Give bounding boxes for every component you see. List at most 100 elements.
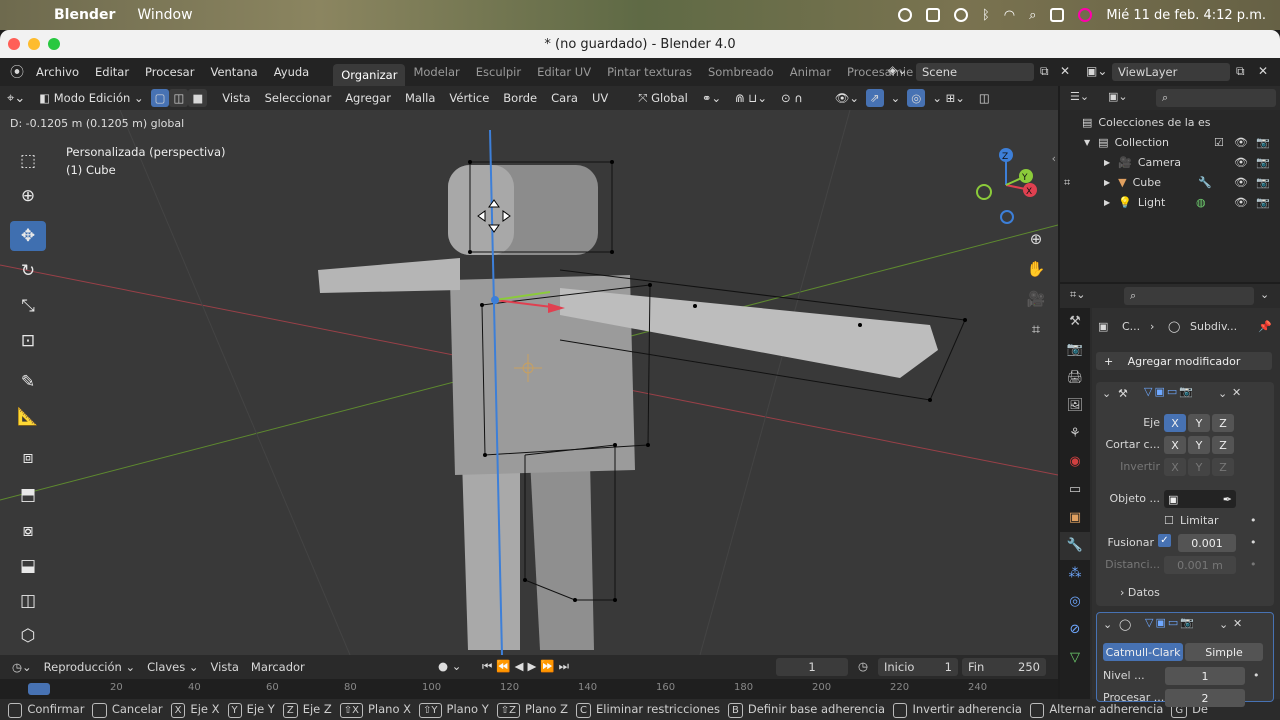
mirror-object-field[interactable]: ▣ ✒ xyxy=(1164,490,1236,508)
menu-archivo[interactable]: Archivo xyxy=(28,65,87,79)
object-tab-icon[interactable]: ▣ xyxy=(1060,504,1090,532)
outliner-item-cube[interactable]: ▶ ▼ Cube 🔧 👁 📷 xyxy=(1060,172,1280,192)
menu-cara[interactable]: Cara xyxy=(544,91,585,105)
bisect-axis-z[interactable]: Z xyxy=(1212,436,1234,454)
xray-icon[interactable]: ◫ xyxy=(972,91,997,105)
menu-uv[interactable]: UV xyxy=(585,91,615,105)
workspace-tab-procesamiento[interactable]: Procesamie xyxy=(839,65,921,79)
mirror-dropdown-icon[interactable]: ⌄ xyxy=(1218,387,1227,400)
menu-editar[interactable]: Editar xyxy=(87,65,137,79)
constraints-tab-icon[interactable]: ⊘ xyxy=(1060,616,1090,644)
viewlayer-selector[interactable]: ViewLayer xyxy=(1112,63,1230,81)
particles-tab-icon[interactable]: ⁂ xyxy=(1060,560,1090,588)
measure-tool-icon[interactable]: 📐 xyxy=(10,402,46,432)
snap-icon[interactable]: ⋒ ⊔⌄ xyxy=(728,91,774,105)
annotate-tool-icon[interactable]: ✎ xyxy=(10,367,46,397)
spotlight-icon[interactable]: ⌕ xyxy=(1029,8,1036,23)
face-select-button[interactable]: ■ xyxy=(188,89,208,107)
delete-viewlayer-icon[interactable]: ✕ xyxy=(1258,64,1268,78)
world-tab-icon[interactable]: ◉ xyxy=(1060,448,1090,476)
loop-cut-tool-icon[interactable]: ◫ xyxy=(10,586,46,616)
mirror-axis-y[interactable]: Y xyxy=(1188,414,1210,432)
proportional-edit-icon[interactable]: ⊙ ∩ xyxy=(774,91,810,105)
window-menu[interactable]: Window xyxy=(137,7,192,23)
blender-logo-icon[interactable]: ⦿ xyxy=(10,62,24,82)
workspace-tab-editar-uv[interactable]: Editar UV xyxy=(529,65,599,79)
select-box-tool-icon[interactable]: ⬚ xyxy=(10,146,46,176)
distance-field[interactable]: 0.001 m xyxy=(1164,556,1236,574)
output-tab-icon[interactable]: 🖨 xyxy=(1060,364,1090,392)
cube-visibility-icon[interactable]: 👁 xyxy=(1234,176,1248,189)
outliner-item-camera[interactable]: ▶ 🎥 Camera 👁 📷 xyxy=(1060,152,1280,172)
display-icon[interactable] xyxy=(925,8,940,22)
tool-tab-icon[interactable]: ⚒ xyxy=(1060,308,1090,336)
apple-icon[interactable] xyxy=(18,4,40,26)
wifi-icon[interactable]: ◠ xyxy=(1004,8,1015,23)
eyedropper-icon[interactable]: ✒ xyxy=(1223,493,1232,506)
record-icon[interactable] xyxy=(897,8,912,22)
menu-reproduccion[interactable]: Reproducción ⌄ xyxy=(38,660,141,674)
mirror-axis-x[interactable]: X xyxy=(1164,414,1186,432)
menu-procesar[interactable]: Procesar xyxy=(137,65,202,79)
expand-icon[interactable]: ▼ xyxy=(1084,138,1090,147)
menu-agregar[interactable]: Agregar xyxy=(338,91,398,105)
scene-selector[interactable]: Scene xyxy=(916,63,1034,81)
bisect-axis-y[interactable]: Y xyxy=(1188,436,1210,454)
inset-tool-icon[interactable]: ⧇ xyxy=(10,516,46,546)
visibility-icon[interactable]: 👁⌄ xyxy=(828,91,866,105)
playback-controls[interactable]: ⏮⏪◀▶⏩⏭ xyxy=(482,659,573,674)
properties-search-input[interactable]: ⌕ xyxy=(1124,287,1254,305)
limit-checkbox[interactable]: ☐ xyxy=(1164,514,1174,527)
timeline-ruler[interactable]: 020406080100120140160180200220240 xyxy=(0,679,1058,699)
bevel-tool-icon[interactable]: ⬓ xyxy=(10,551,46,581)
flip-axis-x[interactable]: X xyxy=(1164,458,1186,476)
siri-icon[interactable] xyxy=(1078,8,1093,22)
overlay-dropdown-icon[interactable]: ⌄ ⊞⌄ xyxy=(925,91,972,105)
gizmo-dropdown-icon[interactable]: ⌄ xyxy=(884,91,908,105)
render-tab-icon[interactable]: 📷 xyxy=(1060,336,1090,364)
levels-keyframe-dot[interactable]: • xyxy=(1253,669,1260,682)
merge-checkbox[interactable]: ✓ xyxy=(1158,534,1171,547)
distance-keyframe-dot[interactable]: • xyxy=(1250,558,1257,571)
collection-visibility-icon[interactable]: 👁 xyxy=(1234,136,1248,149)
current-frame-field[interactable]: 1 xyxy=(776,658,848,676)
vertex-select-button[interactable]: ▢ xyxy=(150,89,170,107)
add-cube-tool-icon[interactable]: ⧈ xyxy=(10,443,46,473)
extrude-tool-icon[interactable]: ⬒ xyxy=(10,480,46,510)
expand-icon[interactable]: ▶ xyxy=(1104,178,1110,187)
ortho-grid-icon[interactable]: ⌗ xyxy=(1024,320,1048,344)
workspace-tab-esculpir[interactable]: Esculpir xyxy=(468,65,529,79)
outliner-filter-side-icon[interactable]: ⌗ xyxy=(1064,176,1070,190)
merge-field[interactable]: 0.001 xyxy=(1178,534,1236,552)
bisect-axis-x[interactable]: X xyxy=(1164,436,1186,454)
menu-ayuda[interactable]: Ayuda xyxy=(266,65,318,79)
outliner-item-light[interactable]: ▶ 💡 Light ◍ 👁 📷 xyxy=(1060,192,1280,212)
outliner-filter-icon[interactable]: ▣⌄ xyxy=(1108,90,1128,103)
app-menu[interactable]: Blender xyxy=(54,7,115,23)
3d-viewport[interactable]: Z Y X D: -0.1205 m (0.1205 m) global Per… xyxy=(0,110,1058,655)
outliner-editor-icon[interactable]: ☰⌄ xyxy=(1070,90,1089,103)
workspace-tab-animar[interactable]: Animar xyxy=(782,65,839,79)
mirror-remove-icon[interactable]: ✕ xyxy=(1232,386,1241,399)
viewlayer-icon[interactable]: ▣⌄ xyxy=(1086,64,1107,78)
modifier-wrench-icon[interactable]: 🔧 xyxy=(1198,176,1212,189)
menu-vertice[interactable]: Vértice xyxy=(442,91,496,105)
timeline-editor-icon[interactable]: ◷⌄ xyxy=(6,660,38,674)
limit-keyframe-dot[interactable]: • xyxy=(1250,514,1257,527)
menu-vista[interactable]: Vista xyxy=(215,91,257,105)
subsurf-remove-icon[interactable]: ✕ xyxy=(1233,617,1242,630)
mirror-visibility-toggles[interactable]: ▽▣▭📷 xyxy=(1144,385,1195,398)
move-tool-icon[interactable]: ✥ xyxy=(10,221,46,251)
light-render-icon[interactable]: 📷 xyxy=(1256,196,1270,209)
keyframe-record-icon[interactable]: ● ⌄ xyxy=(438,659,461,673)
collection-checkbox-icon[interactable]: ☑ xyxy=(1214,136,1224,149)
light-data-icon[interactable]: ◍ xyxy=(1196,196,1206,209)
pan-hand-icon[interactable]: ✋ xyxy=(1024,260,1048,284)
subsurf-dropdown-icon[interactable]: ⌄ xyxy=(1219,618,1228,631)
expand-icon[interactable]: ▶ xyxy=(1104,158,1110,167)
modifier-tab-icon[interactable]: 🔧 xyxy=(1060,532,1090,560)
properties-options-icon[interactable]: ⌄ xyxy=(1260,288,1269,301)
add-modifier-button[interactable]: + Agregar modificador xyxy=(1096,352,1272,370)
start-frame-field[interactable]: Inicio 1 xyxy=(878,658,958,676)
transform-tool-icon[interactable]: ⊡ xyxy=(10,326,46,356)
